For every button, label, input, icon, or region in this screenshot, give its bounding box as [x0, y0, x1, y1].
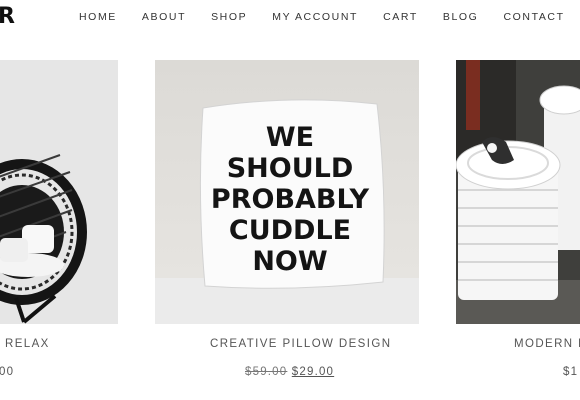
- nav-cart-link[interactable]: CART: [383, 11, 418, 23]
- nav-about-link[interactable]: ABOUT: [142, 11, 186, 23]
- pillow-text-line-3: PROBABLY: [211, 184, 370, 215]
- sale-price: $29.00: [291, 366, 335, 378]
- pillow-illustration: WE SHOULD PROBABLY CUDDLE NOW: [155, 60, 419, 324]
- product-image-pillow[interactable]: WE SHOULD PROBABLY CUDDLE NOW: [155, 60, 419, 324]
- nav-my-account-link[interactable]: MY ACCOUNT: [272, 11, 358, 23]
- pillow-text-line-4: CUDDLE: [229, 215, 351, 246]
- nav-shop-link[interactable]: SHOP: [211, 11, 247, 23]
- old-price: $59.00: [245, 366, 288, 378]
- site-logo[interactable]: R: [0, 4, 16, 29]
- product-title-modern[interactable]: MODERN FA: [514, 338, 580, 350]
- nav-contact-link[interactable]: CONTACT: [503, 11, 564, 23]
- nav-blog-link[interactable]: BLOG: [443, 11, 479, 23]
- product-image-relax-chair[interactable]: [0, 60, 118, 324]
- nav-home-link[interactable]: HOME: [79, 11, 117, 23]
- pillow-text-line-1: WE: [266, 122, 314, 153]
- rattan-chair-illustration: [0, 60, 118, 324]
- product-price-relax: 00: [0, 366, 15, 378]
- product-price-modern: $1: [563, 366, 579, 378]
- product-image-modern-canisters[interactable]: [456, 60, 580, 324]
- product-price-pillow: $59.00 $29.00: [245, 366, 334, 378]
- product-title-pillow[interactable]: CREATIVE PILLOW DESIGN: [210, 338, 391, 350]
- pillow-text-line-5: NOW: [252, 246, 327, 277]
- main-navigation: HOME ABOUT SHOP MY ACCOUNT CART BLOG CON…: [79, 11, 565, 23]
- product-title-relax[interactable]: RELAX: [5, 338, 50, 350]
- pillow-text-line-2: SHOULD: [227, 153, 354, 184]
- canisters-illustration: [456, 60, 580, 324]
